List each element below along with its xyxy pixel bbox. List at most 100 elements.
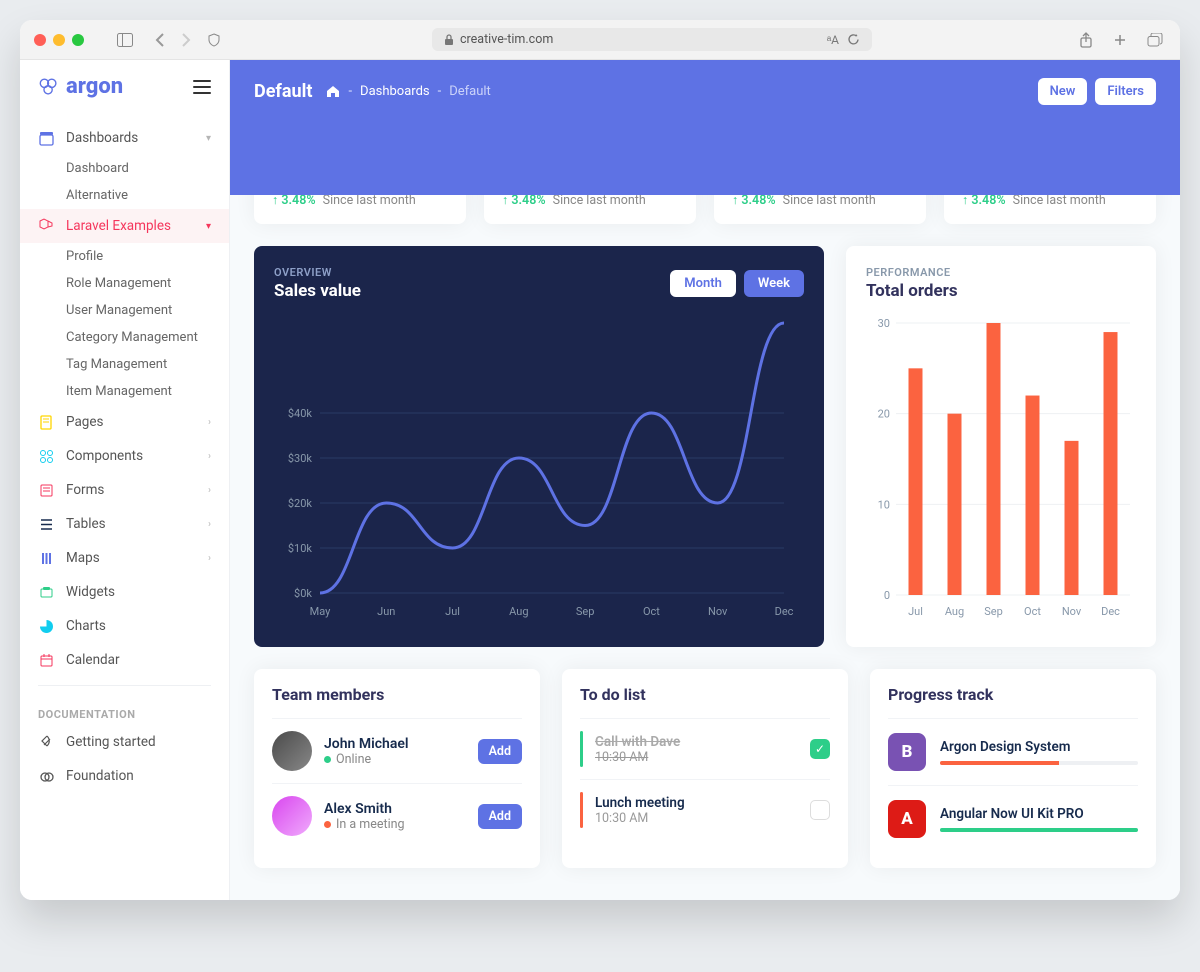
nav-dashboards[interactable]: Dashboards ▾ — [20, 121, 229, 155]
svg-text:20: 20 — [878, 408, 890, 421]
svg-text:$40k: $40k — [288, 407, 313, 420]
lock-icon — [444, 34, 454, 46]
calendar-icon — [38, 653, 54, 668]
svg-text:30: 30 — [878, 317, 890, 330]
laravel-icon — [38, 218, 54, 234]
nav-forward-icon[interactable] — [178, 30, 194, 50]
address-bar[interactable]: creative-tim.com ᵃA — [432, 28, 872, 51]
team-member: Alex SmithIn a meetingAdd — [272, 783, 522, 848]
svg-text:Jul: Jul — [445, 605, 460, 618]
chevron-right-icon: › — [208, 553, 211, 564]
brand-text: argon — [66, 74, 123, 99]
nav-back-icon[interactable] — [152, 30, 168, 50]
todo-item: Call with Dave10:30 AM✓ — [580, 718, 830, 779]
svg-text:Sep: Sep — [576, 605, 595, 618]
svg-text:Dec: Dec — [775, 605, 794, 618]
tables-icon — [38, 517, 54, 532]
new-tab-icon[interactable] — [1110, 29, 1130, 51]
add-button[interactable]: Add — [478, 739, 522, 764]
window-minimize[interactable] — [53, 34, 65, 46]
doc-section-heading: DOCUMENTATION — [20, 694, 229, 725]
nav-dashboards-label: Dashboards — [66, 130, 138, 146]
nav-sub-dashboard[interactable]: Dashboard — [66, 155, 229, 182]
nav-laravel-label: Laravel Examples — [66, 218, 171, 234]
sales-chart-title: Sales value — [274, 281, 361, 301]
forms-icon — [38, 483, 54, 498]
tab-month[interactable]: Month — [670, 270, 736, 297]
sidebar-toggle-icon[interactable] — [114, 30, 136, 50]
widgets-icon — [38, 585, 54, 600]
nav-pages[interactable]: Pages› — [20, 405, 229, 439]
chevron-right-icon: › — [208, 451, 211, 462]
nav-sub-alternative[interactable]: Alternative — [66, 182, 229, 209]
todo-checkbox[interactable]: ✓ — [810, 739, 830, 759]
breadcrumb: - Dashboards - Default — [326, 84, 490, 99]
nav-forms[interactable]: Forms› — [20, 473, 229, 507]
tabs-icon[interactable] — [1144, 29, 1166, 51]
todo-item: Lunch meeting10:30 AM — [580, 779, 830, 840]
orders-chart-subtitle: PERFORMANCE — [866, 266, 1136, 279]
reload-icon[interactable] — [847, 33, 860, 46]
browser-chrome: creative-tim.com ᵃA — [20, 20, 1180, 60]
doc-getting-started[interactable]: Getting started — [20, 725, 229, 759]
chevron-right-icon: › — [208, 519, 211, 530]
svg-text:Jul: Jul — [908, 605, 923, 618]
new-button[interactable]: New — [1038, 78, 1088, 105]
svg-text:$0k: $0k — [294, 587, 312, 600]
breadcrumb-dashboards[interactable]: Dashboards — [360, 84, 430, 99]
nav-sub-user-management[interactable]: User Management — [66, 297, 229, 324]
sidebar-collapse-button[interactable] — [193, 80, 211, 94]
svg-text:Nov: Nov — [1062, 605, 1082, 618]
svg-text:$30k: $30k — [288, 452, 313, 465]
team-card: Team members John MichaelOnlineAddAlex S… — [254, 669, 540, 868]
argon-logo-icon — [38, 76, 60, 98]
team-title: Team members — [272, 685, 522, 704]
nav-tables[interactable]: Tables› — [20, 507, 229, 541]
shield-icon[interactable] — [204, 30, 224, 50]
nav-widgets[interactable]: Widgets — [20, 575, 229, 609]
nav-sub-category-management[interactable]: Category Management — [66, 324, 229, 351]
nav-sub-role-management[interactable]: Role Management — [66, 270, 229, 297]
doc-foundation[interactable]: Foundation — [20, 759, 229, 793]
chevron-right-icon: › — [208, 417, 211, 428]
nav-sub-tag-management[interactable]: Tag Management — [66, 351, 229, 378]
main-content: Default - Dashboards - Default New Filte… — [230, 60, 1180, 900]
svg-text:Aug: Aug — [509, 605, 528, 618]
project-icon: B — [888, 733, 926, 771]
orders-chart-card: PERFORMANCE Total orders 0102030JulAugSe… — [846, 246, 1156, 647]
nav-sub-item-management[interactable]: Item Management — [66, 378, 229, 405]
brand-logo[interactable]: argon — [38, 74, 123, 99]
share-icon[interactable] — [1076, 29, 1096, 51]
progress-card: Progress track BArgon Design SystemAAngu… — [870, 669, 1156, 868]
progress-item: AAngular Now UI Kit PRO — [888, 785, 1138, 852]
nav-calendar[interactable]: Calendar — [20, 643, 229, 677]
todo-card: To do list Call with Dave10:30 AM✓Lunch … — [562, 669, 848, 868]
svg-text:0: 0 — [884, 589, 890, 602]
nav-components[interactable]: Components› — [20, 439, 229, 473]
nav-laravel-examples[interactable]: Laravel Examples ▾ — [20, 209, 229, 243]
components-icon — [38, 449, 54, 464]
nav-maps[interactable]: Maps› — [20, 541, 229, 575]
tab-week[interactable]: Week — [744, 270, 804, 297]
filters-button[interactable]: Filters — [1095, 78, 1156, 105]
orders-chart-title: Total orders — [866, 281, 1136, 301]
svg-text:Oct: Oct — [1024, 605, 1041, 618]
chevron-down-icon: ▾ — [206, 133, 211, 144]
window-close[interactable] — [34, 34, 46, 46]
page-title: Default — [254, 81, 312, 102]
svg-text:Nov: Nov — [708, 605, 728, 618]
window-maximize[interactable] — [72, 34, 84, 46]
orders-bar-chart: 0102030JulAugSepOctNovDec — [866, 313, 1136, 623]
todo-title: To do list — [580, 685, 830, 704]
todo-checkbox[interactable] — [810, 800, 830, 820]
nav-charts[interactable]: Charts — [20, 609, 229, 643]
progress-item: BArgon Design System — [888, 718, 1138, 785]
nav-sub-profile[interactable]: Profile — [66, 243, 229, 270]
translate-icon[interactable]: ᵃA — [827, 33, 839, 47]
add-button[interactable]: Add — [478, 804, 522, 829]
svg-text:10: 10 — [878, 498, 890, 511]
sales-chart-card: OVERVIEW Sales value Month Week $0k$10k$… — [254, 246, 824, 647]
svg-text:$20k: $20k — [288, 497, 313, 510]
home-icon[interactable] — [326, 85, 340, 98]
avatar — [272, 731, 312, 771]
